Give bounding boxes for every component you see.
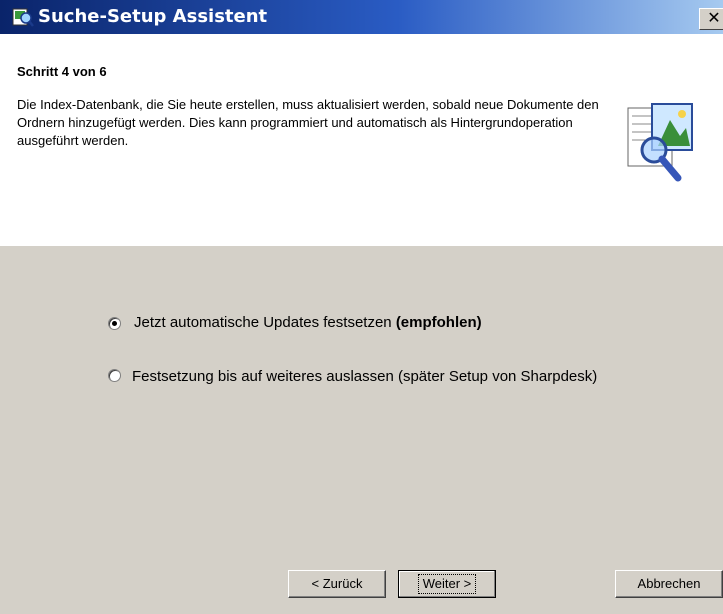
close-button[interactable]: ✕: [699, 8, 723, 30]
next-button-label: Weiter >: [417, 574, 477, 594]
radio-skip-updates[interactable]: [108, 369, 121, 382]
radio-auto-updates[interactable]: [108, 317, 121, 330]
step-title: Schritt 4 von 6: [17, 64, 107, 79]
option-skip-updates-label: Festsetzung bis auf weiteres auslassen (…: [132, 368, 598, 385]
document-search-icon: [627, 103, 693, 182]
title-bar[interactable]: Suche-Setup Assistent ✕: [0, 0, 723, 34]
content-panel: [17, 246, 723, 614]
setup-wizard-window: Suche-Setup Assistent ✕ Schritt 4 von 6 …: [0, 0, 723, 614]
option-skip-updates[interactable]: Festsetzung bis auf weiteres auslassen (…: [86, 366, 646, 388]
back-button[interactable]: < Zurück: [288, 570, 386, 598]
header-panel: Schritt 4 von 6 Die Index-Datenbank, die…: [0, 34, 723, 246]
option-auto-updates-label: Jetzt automatische Updates festsetzen (e…: [134, 314, 482, 331]
cancel-button[interactable]: Abbrechen: [615, 570, 723, 598]
next-button[interactable]: Weiter >: [398, 570, 496, 598]
window-title: Suche-Setup Assistent: [38, 6, 268, 27]
setup-wizard-icon: [12, 8, 34, 27]
step-description: Die Index-Datenbank, die Sie heute erste…: [17, 97, 599, 148]
